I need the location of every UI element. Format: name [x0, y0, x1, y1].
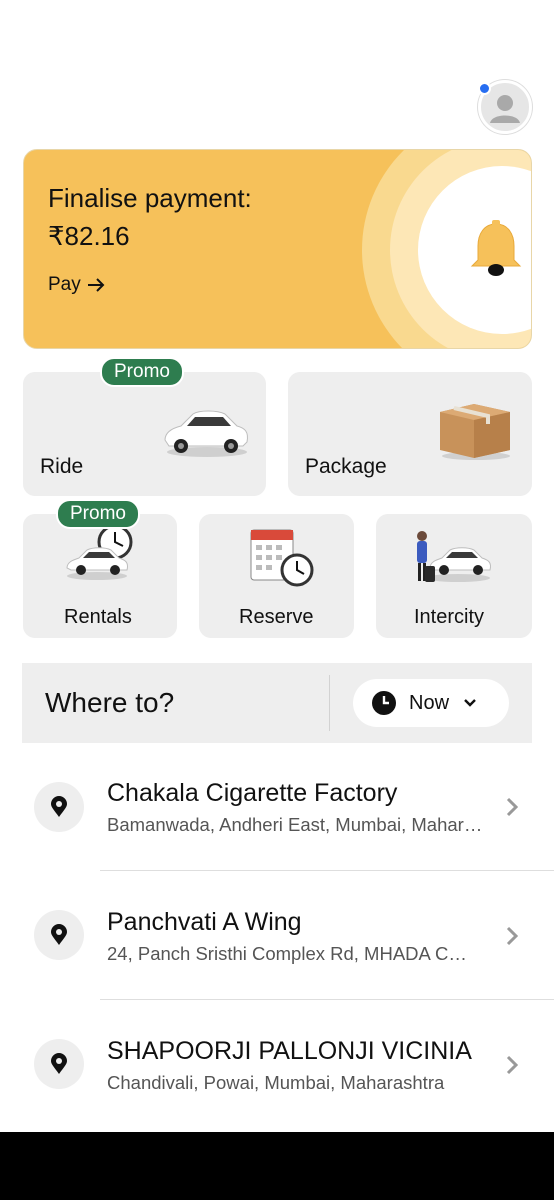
bell-icon: [470, 220, 522, 276]
ride-label: Ride: [40, 455, 84, 478]
calendar-clock-icon: [250, 529, 314, 587]
pay-label: Pay: [48, 274, 81, 295]
profile-avatar-button[interactable]: [478, 80, 532, 134]
place-address: Bamanwada, Andheri East, Mumbai, Maharas…: [107, 814, 492, 835]
package-box-icon: [440, 404, 510, 460]
rental-car-clock-icon: [66, 524, 133, 580]
reserve-label: Reserve: [239, 606, 314, 628]
pay-link[interactable]: Pay: [48, 274, 105, 296]
schedule-time-button[interactable]: Now: [353, 679, 509, 727]
promo-badge-ride: Promo: [100, 357, 184, 387]
service-tile-ride[interactable]: Ride: [23, 372, 266, 496]
car-icon: [164, 410, 248, 457]
service-tile-rentals[interactable]: Rentals: [23, 514, 177, 638]
place-address: 24, Panch Sristhi Complex Rd, MHADA Colo…: [107, 943, 477, 964]
place-title: SHAPOORJI PALLONJI VICINIA: [107, 1037, 472, 1065]
chevron-right-icon: [506, 926, 518, 946]
finalise-payment-banner[interactable]: Finalise payment: ₹82.16 Pay: [23, 149, 532, 349]
chevron-down-icon: [464, 699, 476, 707]
location-pin-icon: [34, 782, 84, 832]
service-tile-package[interactable]: Package: [288, 372, 532, 496]
banner-title: Finalise payment:: [48, 183, 252, 213]
place-title: Panchvati A Wing: [107, 908, 302, 936]
service-tile-reserve[interactable]: Reserve: [199, 514, 354, 638]
service-tile-intercity[interactable]: Intercity: [376, 514, 532, 638]
saved-place-item[interactable]: Panchvati A Wing 24, Panch Sristhi Compl…: [0, 872, 554, 1000]
chevron-right-icon: [506, 797, 518, 817]
place-title: Chakala Cigarette Factory: [107, 779, 398, 807]
rentals-label: Rentals: [64, 606, 132, 628]
clock-icon: [372, 691, 396, 715]
chevron-right-icon: [506, 1055, 518, 1075]
saved-place-item[interactable]: Chakala Cigarette Factory Bamanwada, And…: [0, 743, 554, 871]
where-to-prompt: Where to?: [45, 687, 175, 718]
promo-badge-rentals: Promo: [56, 499, 140, 529]
package-label: Package: [305, 455, 387, 478]
place-address: Chandivali, Powai, Mumbai, Maharashtra: [107, 1072, 445, 1093]
location-pin-icon: [34, 1039, 84, 1089]
system-navigation-bar: [0, 1132, 554, 1200]
search-divider: [329, 675, 330, 731]
location-pin-icon: [34, 910, 84, 960]
intercity-traveler-car-icon: [417, 531, 491, 582]
notification-dot: [478, 82, 491, 95]
saved-place-item[interactable]: SHAPOORJI PALLONJI VICINIA Chandivali, P…: [0, 1001, 554, 1129]
payment-amount: ₹82.16: [48, 221, 130, 251]
list-divider: [100, 999, 554, 1000]
time-label: Now: [409, 691, 450, 714]
arrow-right-icon: [87, 278, 105, 292]
intercity-label: Intercity: [414, 606, 485, 628]
list-divider: [100, 870, 554, 871]
where-to-search-bar[interactable]: Where to? Now: [22, 663, 532, 743]
